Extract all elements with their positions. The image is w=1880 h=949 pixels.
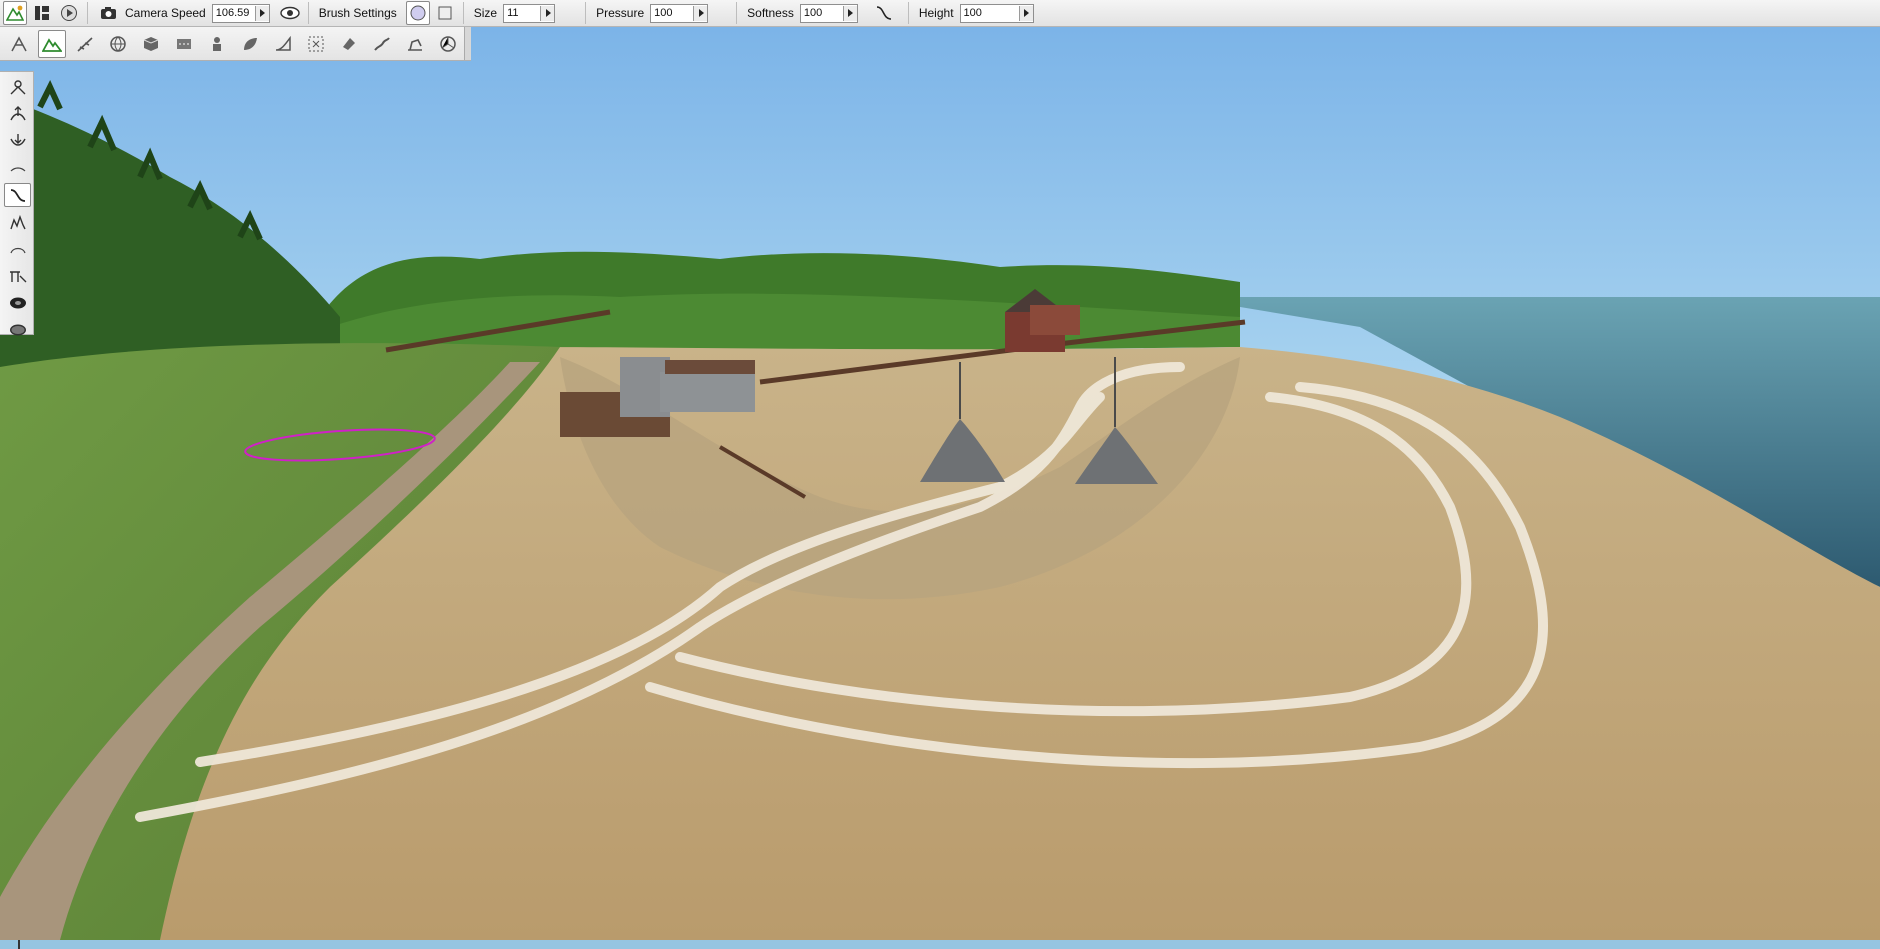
paint-icon[interactable] xyxy=(4,291,31,315)
terrain-scene xyxy=(0,27,1880,940)
brush-settings-label: Brush Settings xyxy=(318,6,397,20)
size-arrow-icon[interactable] xyxy=(540,5,555,21)
softness-curve-icon[interactable] xyxy=(872,1,896,25)
shape-icon[interactable] xyxy=(434,30,462,58)
circle-brush-icon[interactable] xyxy=(405,1,430,25)
erase-icon[interactable] xyxy=(4,318,31,342)
size-value[interactable]: 11 xyxy=(504,6,540,21)
light-icon[interactable] xyxy=(335,30,363,58)
lower-icon[interactable] xyxy=(4,102,31,126)
camera-speed-value[interactable]: 106.59 xyxy=(213,6,255,21)
object-icon[interactable] xyxy=(5,30,33,58)
separator xyxy=(307,2,309,24)
noise-icon[interactable] xyxy=(4,210,31,234)
set-height-icon[interactable] xyxy=(4,237,31,261)
spawn-icon[interactable] xyxy=(203,30,231,58)
separator xyxy=(462,2,464,24)
pressure-field[interactable]: 100 xyxy=(650,3,709,23)
status-bar xyxy=(0,940,1880,949)
camera-speed-arrow-icon[interactable] xyxy=(254,5,269,21)
pressure-label: Pressure xyxy=(596,6,645,20)
toolbar-collapse-handle[interactable] xyxy=(464,27,471,60)
selection-icon[interactable] xyxy=(302,30,330,58)
status-indicator xyxy=(18,940,20,949)
slope-icon[interactable] xyxy=(4,264,31,288)
eye-icon[interactable] xyxy=(278,1,302,25)
size-field[interactable]: 11 xyxy=(503,3,556,23)
pressure-arrow-icon[interactable] xyxy=(693,5,708,21)
height-value[interactable]: 100 xyxy=(961,6,1019,21)
height-arrow-icon[interactable] xyxy=(1018,5,1033,21)
play-icon[interactable] xyxy=(57,1,81,25)
separator xyxy=(907,2,909,24)
pressure-value[interactable]: 100 xyxy=(651,6,693,21)
ramp-icon[interactable] xyxy=(269,30,297,58)
softness-value[interactable]: 100 xyxy=(801,6,843,21)
softness-field[interactable]: 100 xyxy=(799,3,858,23)
decal-icon[interactable] xyxy=(401,30,429,58)
camera-speed-label: Camera Speed xyxy=(125,6,206,20)
softness-label: Softness xyxy=(747,6,794,20)
sphere-icon[interactable] xyxy=(104,30,132,58)
height-field[interactable]: 100 xyxy=(959,3,1034,23)
separator xyxy=(87,2,88,24)
terrain-brush-tools xyxy=(0,71,34,336)
softness-arrow-icon[interactable] xyxy=(842,5,857,21)
terrain-icon[interactable] xyxy=(38,29,66,58)
3d-viewport[interactable] xyxy=(0,27,1880,940)
camera-speed-field[interactable]: 106.59 xyxy=(211,3,270,23)
separator xyxy=(585,2,587,24)
separator xyxy=(736,2,738,24)
top-toolbar: Camera Speed 106.59 Brush Settings Size … xyxy=(0,0,1880,27)
camera-icon[interactable] xyxy=(97,1,121,25)
raise-icon[interactable] xyxy=(4,75,31,99)
editor-tools-toolbar xyxy=(0,27,471,61)
curve-icon[interactable] xyxy=(4,183,31,207)
cube-icon[interactable] xyxy=(137,30,165,58)
height-label: Height xyxy=(918,6,954,20)
river-icon[interactable] xyxy=(368,30,396,58)
road-icon[interactable] xyxy=(71,30,99,58)
terrain-editor-icon[interactable] xyxy=(3,1,27,25)
square-brush-icon[interactable] xyxy=(433,1,457,25)
flatten-icon[interactable] xyxy=(4,156,31,180)
leaf-icon[interactable] xyxy=(236,30,264,58)
size-label: Size xyxy=(473,6,498,20)
layout-icon[interactable] xyxy=(30,1,54,25)
path-icon[interactable] xyxy=(170,30,198,58)
smooth-icon[interactable] xyxy=(4,129,31,153)
